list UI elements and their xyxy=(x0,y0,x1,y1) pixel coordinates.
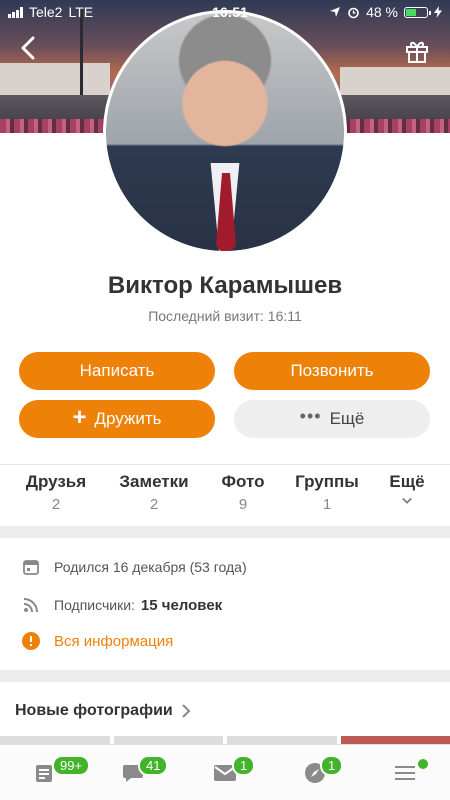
call-button[interactable]: Позвонить xyxy=(234,352,430,390)
gift-icon xyxy=(406,41,428,63)
nav-mail[interactable]: 1 xyxy=(180,745,270,800)
photo-thumb[interactable] xyxy=(113,736,223,744)
battery-icon xyxy=(404,6,431,18)
photo-strip[interactable] xyxy=(0,736,450,744)
new-photos-title: Новые фотографии xyxy=(15,702,173,719)
tab-label: Друзья xyxy=(25,472,87,491)
back-button[interactable] xyxy=(18,34,46,62)
nav-messages[interactable]: 41 xyxy=(90,745,180,800)
nav-discover[interactable]: 1 xyxy=(270,745,360,800)
carrier-name: Tele2 xyxy=(29,4,63,20)
profile-name: Виктор Карамышев xyxy=(107,272,343,299)
add-friend-button[interactable]: + Дружить xyxy=(19,400,215,438)
chevron-down-icon xyxy=(402,497,412,504)
tab-count: 1 xyxy=(322,496,332,513)
alert-icon xyxy=(22,632,40,650)
status-bar: Tele2 LTE 16:51 48 % xyxy=(0,0,450,24)
nav-menu[interactable] xyxy=(360,745,450,800)
more-actions-button[interactable]: ••• Ещё xyxy=(234,400,430,438)
profile-avatar[interactable] xyxy=(103,10,347,254)
chevron-right-icon xyxy=(182,704,191,718)
tab-label: Группы xyxy=(295,472,359,491)
last-visit: Последний визит: 16:11 xyxy=(148,308,302,324)
tab-photos[interactable]: Фото 9 xyxy=(215,472,271,513)
section-gap xyxy=(0,670,450,682)
calendar-icon xyxy=(22,558,40,576)
tab-groups[interactable]: Группы 1 xyxy=(290,472,364,513)
mail-badge: 1 xyxy=(232,755,256,776)
tab-count: 2 xyxy=(149,496,159,513)
status-time: 16:51 xyxy=(212,4,248,20)
tab-friends[interactable]: Друзья 2 xyxy=(20,472,92,513)
tab-label: Фото xyxy=(221,472,265,491)
gift-button[interactable] xyxy=(404,38,430,64)
write-button-label: Написать xyxy=(79,361,155,380)
discover-badge: 1 xyxy=(320,755,344,776)
chevron-left-icon xyxy=(21,36,35,60)
tab-label: Ещё xyxy=(389,472,425,491)
add-friend-label: Дружить xyxy=(94,409,162,428)
all-info-link[interactable]: Вся информация xyxy=(22,632,173,650)
location-icon xyxy=(330,7,341,17)
subscribers-info[interactable]: Подписчики: 15 человек xyxy=(22,596,222,614)
battery-percent: 48 % xyxy=(366,4,398,20)
birth-text: Родился 16 декабря (53 года) xyxy=(54,559,247,575)
birth-info: Родился 16 декабря (53 года) xyxy=(22,558,247,576)
alarm-icon xyxy=(348,7,359,18)
tab-more[interactable]: Ещё xyxy=(384,472,430,506)
section-gap xyxy=(0,526,450,538)
messages-badge: 41 xyxy=(138,755,169,776)
network-type: LTE xyxy=(68,4,94,20)
rss-icon xyxy=(22,596,40,614)
photo-thumb[interactable] xyxy=(227,736,337,744)
tab-count: 2 xyxy=(51,496,61,513)
plus-icon: + xyxy=(72,404,87,431)
more-dots-icon: ••• xyxy=(299,405,322,426)
tab-label: Заметки xyxy=(119,472,189,491)
photo-thumb[interactable] xyxy=(0,736,110,744)
divider xyxy=(0,464,450,465)
call-button-label: Позвонить xyxy=(290,361,374,380)
all-info-text: Вся информация xyxy=(54,632,174,650)
photo-thumb[interactable] xyxy=(340,736,450,744)
new-photos-header[interactable]: Новые фотографии xyxy=(15,702,191,720)
write-button[interactable]: Написать xyxy=(19,352,215,390)
bottom-nav: 99+ 41 1 1 xyxy=(0,744,450,800)
charging-icon xyxy=(434,6,442,18)
tab-count: 9 xyxy=(238,496,248,513)
subscribers-label: Подписчики: xyxy=(54,597,135,613)
feed-badge: 99+ xyxy=(52,755,91,776)
tab-notes[interactable]: Заметки 2 xyxy=(114,472,194,513)
subscribers-value: 15 человек xyxy=(140,596,223,614)
more-actions-label: Ещё xyxy=(329,409,365,428)
signal-icon xyxy=(8,6,23,18)
nav-feed[interactable]: 99+ xyxy=(0,745,91,800)
menu-notification-dot xyxy=(418,759,428,769)
menu-icon xyxy=(395,765,415,780)
